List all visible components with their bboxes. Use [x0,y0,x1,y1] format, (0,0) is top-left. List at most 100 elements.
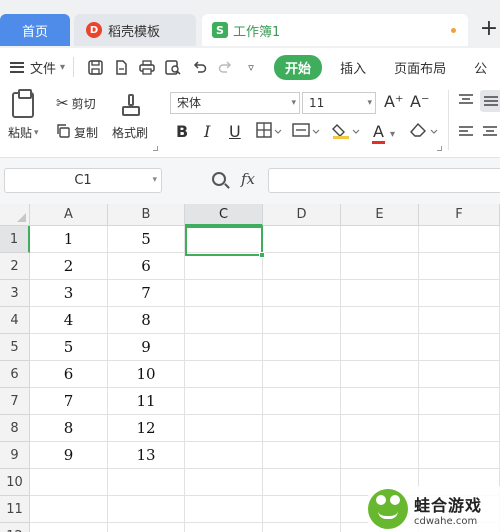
export-pdf-icon[interactable] [112,58,130,76]
cell-D7[interactable] [263,388,341,415]
file-menu[interactable]: 文件 [30,58,56,77]
cell-C10[interactable] [185,469,263,496]
font-size-select[interactable]: 11 ▾ [302,92,376,114]
tab-home[interactable]: 首页 [0,14,70,46]
redo-icon[interactable] [216,58,234,76]
merge-cells-button[interactable] [292,122,322,142]
cell-D3[interactable] [263,280,341,307]
column-header[interactable]: B [108,204,185,226]
cell-B5[interactable]: 9 [108,334,185,361]
cell-B2[interactable]: 6 [108,253,185,280]
cell-D5[interactable] [263,334,341,361]
row-header[interactable]: 8 [0,415,30,442]
cell-C6[interactable] [185,361,263,388]
cell-E3[interactable] [341,280,419,307]
font-color-button[interactable]: A ▾ [372,122,395,144]
selected-cell-indicator[interactable] [185,226,265,258]
row-header[interactable]: 6 [0,361,30,388]
cell-D11[interactable] [263,496,341,523]
cell-F3[interactable] [419,280,500,307]
align-top-button[interactable] [458,92,474,111]
cell-F9[interactable] [419,442,500,469]
cell-B4[interactable]: 8 [108,307,185,334]
cell-C5[interactable] [185,334,263,361]
cell-A11[interactable] [30,496,108,523]
cell-F6[interactable] [419,361,500,388]
paste-icon[interactable] [12,89,34,118]
paste-button[interactable]: 粘贴 ▾ [8,124,39,141]
cell-B7[interactable]: 11 [108,388,185,415]
cell-F1[interactable] [419,226,500,253]
format-painter-button[interactable]: 格式刷 [112,124,148,141]
cell-A6[interactable]: 6 [30,361,108,388]
cell-B1[interactable]: 5 [108,226,185,253]
column-header[interactable]: A [30,204,108,226]
cell-F5[interactable] [419,334,500,361]
cell-F8[interactable] [419,415,500,442]
cell-C11[interactable] [185,496,263,523]
bold-button[interactable]: B [176,122,188,141]
tab-workbook[interactable]: S 工作簿1 [202,14,468,46]
cell-A3[interactable]: 3 [30,280,108,307]
font-name-select[interactable]: 宋体 ▾ [170,92,300,114]
cell-C2[interactable] [185,253,263,280]
cell-E5[interactable] [341,334,419,361]
formula-input[interactable] [268,168,500,193]
cell-B8[interactable]: 12 [108,415,185,442]
copy-button[interactable]: 复制 [56,124,98,141]
row-header[interactable]: 7 [0,388,30,415]
select-all-button[interactable] [0,204,30,226]
save-icon[interactable] [86,58,104,76]
row-header[interactable]: 12 [0,523,30,532]
cell-B11[interactable] [108,496,185,523]
cell-F4[interactable] [419,307,500,334]
name-box[interactable]: C1 ▾ [4,168,162,193]
cut-button[interactable]: ✂ 剪切 [56,94,96,112]
cell-B6[interactable]: 10 [108,361,185,388]
cell-D10[interactable] [263,469,341,496]
column-header[interactable]: E [341,204,419,226]
cell-E1[interactable] [341,226,419,253]
cell-F2[interactable] [419,253,500,280]
column-header[interactable]: C [185,204,263,226]
spreadsheet-grid[interactable]: ABCDEF 123456789101112 15263748596107118… [0,204,500,532]
print-preview-icon[interactable] [164,58,182,76]
clear-format-button[interactable] [410,122,440,142]
insert-function-button[interactable]: fx [241,170,255,188]
cell-A1[interactable]: 1 [30,226,108,253]
format-painter-icon[interactable] [122,94,140,118]
cell-D2[interactable] [263,253,341,280]
cell-C12[interactable] [185,523,263,532]
cell-C9[interactable] [185,442,263,469]
row-header[interactable]: 2 [0,253,30,280]
tab-start[interactable]: 开始 [274,54,323,80]
shrink-font-button[interactable]: A⁻ [410,92,429,111]
align-center-button[interactable] [482,124,498,143]
cell-C8[interactable] [185,415,263,442]
row-header[interactable]: 11 [0,496,30,523]
cell-B9[interactable]: 13 [108,442,185,469]
clipboard-group-expand-icon[interactable] [153,146,158,151]
cell-A12[interactable] [30,523,108,532]
row-header[interactable]: 1 [0,226,30,253]
cell-D6[interactable] [263,361,341,388]
cell-D1[interactable] [263,226,341,253]
menu-hamburger-icon[interactable] [10,61,24,73]
new-tab-button[interactable]: + [478,18,500,40]
zoom-search-icon[interactable] [212,172,226,186]
cell-C7[interactable] [185,388,263,415]
grow-font-button[interactable]: A⁺ [384,92,403,111]
cell-A8[interactable]: 8 [30,415,108,442]
customize-toolbar-chevron-icon[interactable]: ▿ [242,58,260,76]
align-left-button[interactable] [458,124,474,143]
row-header[interactable]: 5 [0,334,30,361]
cell-E9[interactable] [341,442,419,469]
undo-icon[interactable] [190,58,208,76]
tab-formulas[interactable]: 公 [474,58,487,77]
print-icon[interactable] [138,58,156,76]
borders-button[interactable] [256,122,284,142]
cell-F7[interactable] [419,388,500,415]
row-header[interactable]: 4 [0,307,30,334]
cell-E6[interactable] [341,361,419,388]
cell-B3[interactable]: 7 [108,280,185,307]
